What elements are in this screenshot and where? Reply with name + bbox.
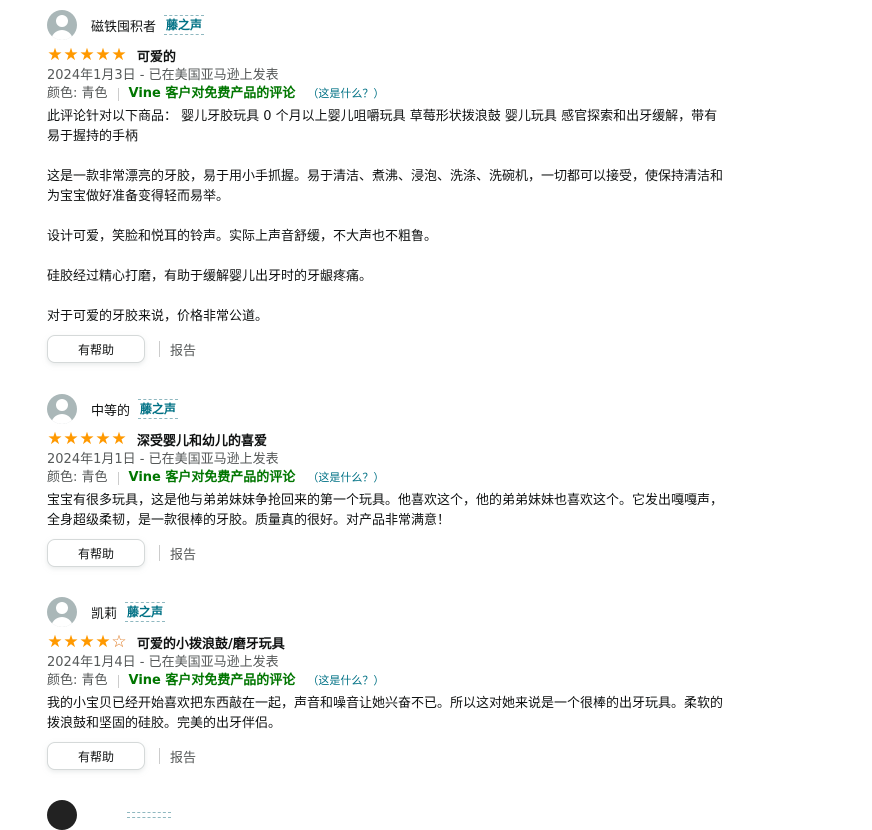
review-title[interactable]: 可爱的小拨浪鼓/磨牙玩具: [137, 633, 285, 652]
star-filled-icon: ★: [111, 44, 127, 65]
vine-review-label: Vine 客户对免费产品的评论: [128, 470, 296, 485]
review-body: 宝宝有很多玩具，这是他与弟弟妹妹争抢回来的第一个玩具。他喜欢这个，他的弟弟妹妹也…: [47, 491, 727, 531]
reviewer-name[interactable]: 磁铁囤积者: [91, 16, 156, 35]
review-date: 2024年1月4日 - 已在美国亚马逊上发表: [47, 655, 279, 670]
report-link[interactable]: 报告: [170, 747, 196, 766]
reviewer-name[interactable]: 凯莉: [91, 603, 117, 622]
what-is-this-link[interactable]: （这是什么？）: [307, 469, 384, 487]
star-filled-icon: ★: [47, 428, 63, 449]
review-paragraph: 硅胶经过精心打磨，有助于缓解婴儿出牙时的牙龈疼痛。: [47, 269, 373, 284]
star-filled-icon: ★: [111, 428, 127, 449]
review-title[interactable]: 深受婴儿和幼儿的喜爱: [137, 430, 267, 449]
what-is-this-link[interactable]: （这是什么？）: [307, 85, 384, 103]
vine-voice-badge[interactable]: 藤之声: [164, 15, 205, 35]
review-3: 凯莉 藤之声 ★ ★ ★ ★ ☆ 可爱的小拨浪鼓/磨牙玩具 2024年1月4日 …: [47, 597, 747, 770]
review-title[interactable]: 可爱的: [137, 46, 176, 65]
review-paragraph: 对于可爱的牙胶来说，价格非常公道。: [47, 309, 269, 324]
review-paragraph: 设计可爱，笑脸和悦耳的铃声。实际上声音舒缓，不大声也不粗鲁。: [47, 229, 438, 244]
star-filled-icon: ★: [63, 631, 79, 652]
review-paragraph: 此评论针对以下商品： 婴儿牙胶玩具 0 个月以上婴儿咀嚼玩具 草莓形状拨浪鼓 婴…: [47, 109, 718, 144]
star-filled-icon: ★: [95, 631, 111, 652]
star-filled-icon: ★: [47, 44, 63, 65]
star-empty-icon: ☆: [111, 631, 127, 652]
star-filled-icon: ★: [95, 44, 111, 65]
avatar-icon: [47, 597, 77, 627]
divider: [117, 471, 119, 485]
star-rating[interactable]: ★ ★ ★ ★ ★: [47, 44, 127, 65]
reviewer-profile[interactable]: 磁铁囤积者 藤之声: [47, 10, 747, 40]
review-body: 此评论针对以下商品： 婴儿牙胶玩具 0 个月以上婴儿咀嚼玩具 草莓形状拨浪鼓 婴…: [47, 107, 727, 327]
reviewer-profile[interactable]: 凯莉 藤之声: [47, 597, 747, 627]
avatar-icon: [47, 800, 77, 830]
review-date: 2024年1月3日 - 已在美国亚马逊上发表: [47, 68, 279, 83]
variant-color[interactable]: 颜色: 青色: [47, 672, 108, 690]
review-paragraph: 宝宝有很多玩具，这是他与弟弟妹妹争抢回来的第一个玩具。他喜欢这个，他的弟弟妹妹也…: [47, 493, 724, 528]
star-filled-icon: ★: [47, 631, 63, 652]
helpful-button[interactable]: 有帮助: [47, 539, 145, 567]
divider: [117, 87, 119, 101]
variant-color[interactable]: 颜色: 青色: [47, 469, 108, 487]
divider: [117, 674, 119, 688]
vine-review-label: Vine 客户对免费产品的评论: [128, 673, 296, 688]
variant-color[interactable]: 颜色: 青色: [47, 85, 108, 103]
reviewer-profile[interactable]: [47, 800, 747, 830]
star-filled-icon: ★: [79, 44, 95, 65]
helpful-button[interactable]: 有帮助: [47, 335, 145, 363]
review-paragraph: 这是一款非常漂亮的牙胶，易于用小手抓握。易于清洁、煮沸、浸泡、洗涤、洗碗机，一切…: [47, 169, 724, 204]
star-filled-icon: ★: [95, 428, 111, 449]
avatar-icon: [47, 10, 77, 40]
star-filled-icon: ★: [79, 631, 95, 652]
review-4-partial: [47, 800, 747, 830]
helpful-button[interactable]: 有帮助: [47, 742, 145, 770]
star-filled-icon: ★: [63, 44, 79, 65]
reviewer-profile[interactable]: 中等的 藤之声: [47, 394, 747, 424]
vine-review-label: Vine 客户对免费产品的评论: [128, 86, 296, 101]
star-filled-icon: ★: [63, 428, 79, 449]
divider: [159, 748, 160, 764]
divider: [159, 341, 160, 357]
star-rating[interactable]: ★ ★ ★ ★ ☆: [47, 631, 127, 652]
what-is-this-link[interactable]: （这是什么？）: [307, 672, 384, 690]
vine-voice-badge[interactable]: 藤之声: [125, 602, 166, 622]
review-2: 中等的 藤之声 ★ ★ ★ ★ ★ 深受婴儿和幼儿的喜爱 2024年1月1日 -…: [47, 394, 747, 567]
vine-voice-badge[interactable]: 藤之声: [138, 399, 179, 419]
vine-voice-badge[interactable]: [127, 812, 171, 818]
review-body: 我的小宝贝已经开始喜欢把东西敲在一起，声音和噪音让她兴奋不已。所以这对她来说是一…: [47, 694, 727, 734]
review-paragraph: 我的小宝贝已经开始喜欢把东西敲在一起，声音和噪音让她兴奋不已。所以这对她来说是一…: [47, 696, 724, 731]
review-date: 2024年1月1日 - 已在美国亚马逊上发表: [47, 452, 279, 467]
avatar-icon: [47, 394, 77, 424]
star-filled-icon: ★: [79, 428, 95, 449]
star-rating[interactable]: ★ ★ ★ ★ ★: [47, 428, 127, 449]
review-1: 磁铁囤积者 藤之声 ★ ★ ★ ★ ★ 可爱的 2024年1月3日 - 已在美国…: [47, 10, 747, 363]
divider: [159, 545, 160, 561]
reviewer-name[interactable]: 中等的: [91, 400, 130, 419]
report-link[interactable]: 报告: [170, 544, 196, 563]
report-link[interactable]: 报告: [170, 340, 196, 359]
